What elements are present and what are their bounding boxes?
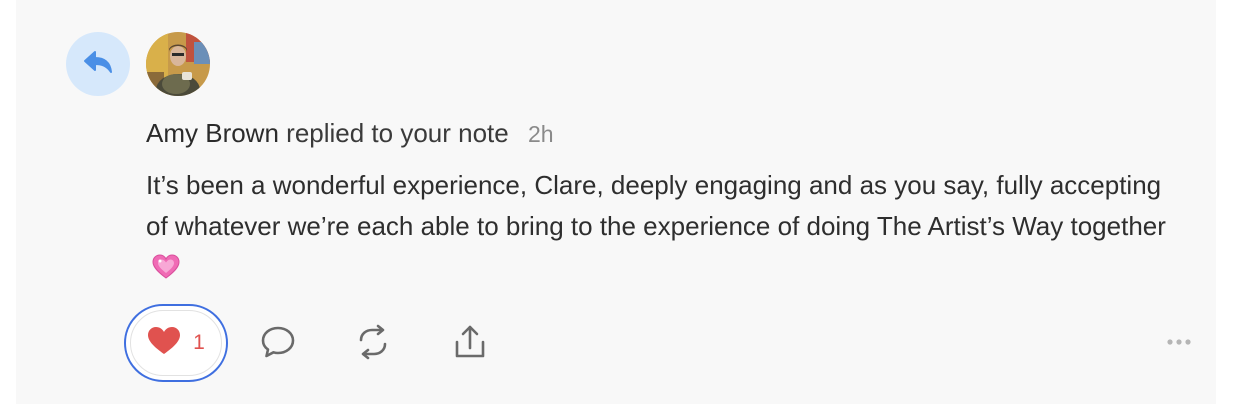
notification-headline: Amy Brown replied to your note 2h (146, 116, 554, 151)
action-text: replied to your note (286, 118, 509, 148)
heart-icon (147, 326, 181, 361)
reply-badge (66, 32, 130, 96)
reply-body: It’s been a wonderful experience, Clare,… (146, 165, 1166, 292)
action-bar: 1 (124, 304, 1216, 382)
reply-arrow-icon (83, 50, 113, 79)
share-icon (453, 324, 487, 365)
sparkling-heart-icon (152, 251, 180, 292)
like-count: 1 (193, 331, 205, 354)
author-name[interactable]: Amy Brown (146, 118, 279, 148)
more-horizontal-icon (1166, 333, 1192, 351)
more-options-button[interactable] (1164, 332, 1194, 352)
restack-button[interactable] (353, 324, 393, 364)
avatar[interactable] (146, 32, 210, 96)
like-pill: 1 (130, 310, 222, 376)
notification-card[interactable]: Amy Brown replied to your note 2h It’s b… (16, 0, 1216, 404)
comment-button[interactable] (258, 324, 298, 364)
share-button[interactable] (450, 324, 490, 364)
like-button[interactable]: 1 (124, 304, 228, 382)
timestamp: 2h (527, 121, 554, 147)
restack-icon (355, 324, 391, 365)
comment-bubble-icon (260, 325, 296, 364)
reply-text: It’s been a wonderful experience, Clare,… (146, 170, 1166, 241)
